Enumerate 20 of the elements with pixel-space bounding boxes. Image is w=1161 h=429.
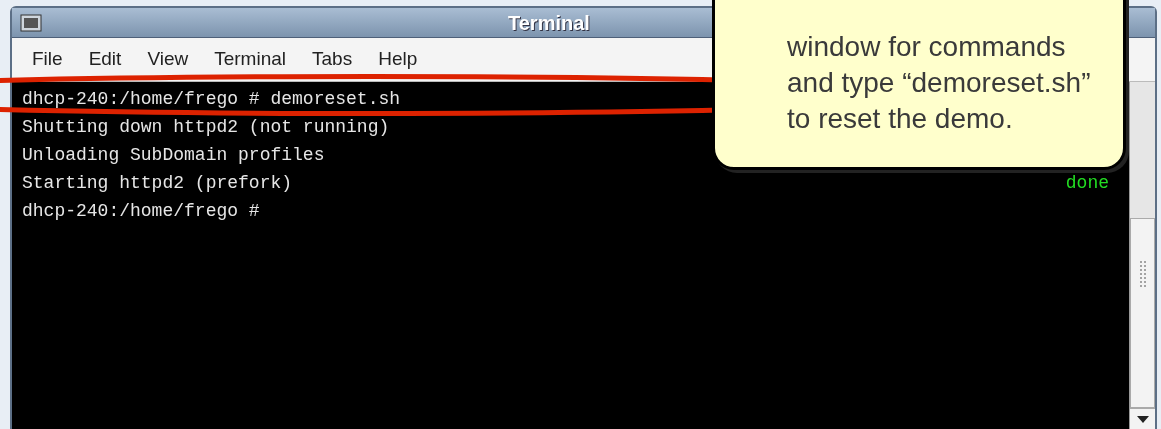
menu-item[interactable]: Help [378,45,418,74]
window-title: Terminal [508,11,590,34]
scrollbar-thumb[interactable] [1130,218,1155,408]
status-text: done [1065,172,1109,195]
menu-item[interactable]: File [32,45,63,74]
menu-item[interactable]: Tabs [312,45,353,74]
terminal-line: dhcp-240:/home/frego # [22,200,260,223]
terminal-line: Shutting down httpd2 (not running) [22,116,390,139]
terminal-line: Unloading SubDomain profiles [22,144,325,167]
window-menu-icon[interactable] [20,13,42,32]
terminal-line: Starting httpd2 (prefork) [22,172,293,195]
scroll-down-button[interactable] [1130,408,1155,429]
down-arrow-icon [1136,415,1149,424]
callout-text: window for commands and type “demoreset.sh” to reset the demo. [787,30,1092,136]
terminal-line: dhcp-240:/home/frego # demoreset.sh [22,88,401,111]
menu-item[interactable]: View [147,45,189,74]
menu-item[interactable]: Edit [88,45,122,74]
menu-item[interactable]: Terminal [214,45,287,74]
grip-icon [1137,259,1148,289]
scrollbar[interactable] [1129,82,1155,429]
